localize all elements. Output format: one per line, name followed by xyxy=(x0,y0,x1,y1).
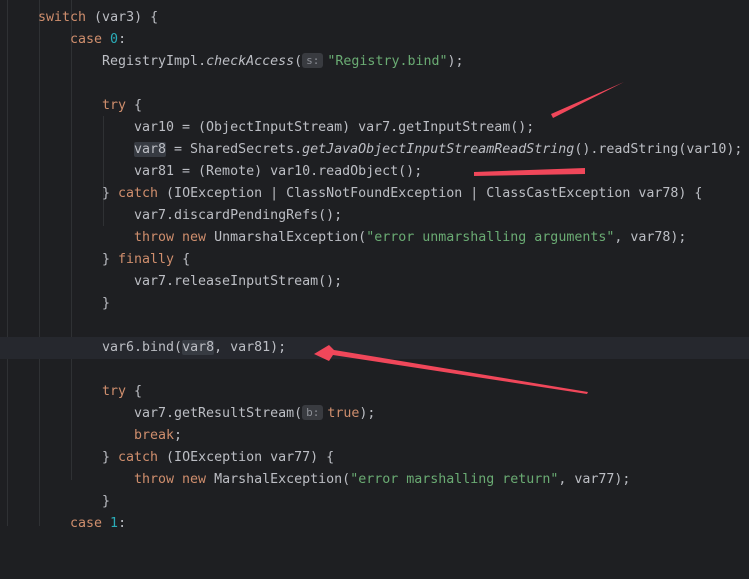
code-line: var7.discardPendingRefs(); xyxy=(0,205,749,227)
code-line: try { xyxy=(0,95,749,117)
code-text: var7.releaseInputStream(); xyxy=(134,274,343,289)
keyword: throw xyxy=(134,230,175,245)
code-line: } catch (IOException | ClassNotFoundExce… xyxy=(0,183,749,205)
parameter-hint: s: xyxy=(302,53,324,68)
code-text: (IOException var77) { xyxy=(158,450,335,465)
string-literal: "error marshalling return" xyxy=(350,472,559,487)
code-text: , var81); xyxy=(214,340,287,355)
keyword: true xyxy=(327,406,360,421)
code-text: ().readString(var10); xyxy=(574,142,743,157)
keyword: case xyxy=(70,516,103,531)
code-text: var10 = (ObjectInputStream) var7.getInpu… xyxy=(134,120,535,135)
keyword: try xyxy=(102,384,127,399)
code-text: = SharedSecrets. xyxy=(166,142,303,157)
keyword: try xyxy=(102,98,127,113)
code-text: } xyxy=(102,252,119,267)
code-text: , var77); xyxy=(558,472,631,487)
code-line: case 1: xyxy=(0,513,749,535)
code-editor[interactable]: switch (var3) { case 0: RegistryImpl.che… xyxy=(0,0,749,531)
code-line: throw new MarshalException("error marsha… xyxy=(0,469,749,491)
code-text: (var3) { xyxy=(86,10,159,25)
keyword: finally xyxy=(118,252,175,267)
code-line: } catch (IOException var77) { xyxy=(0,447,749,469)
code-text: } xyxy=(102,450,119,465)
method-name: checkAccess xyxy=(206,54,295,69)
code-text: var81 = (Remote) var10.readObject(); xyxy=(134,164,423,179)
code-text: } xyxy=(102,186,119,201)
code-text: { xyxy=(126,384,143,399)
code-line: switch (var3) { xyxy=(0,7,749,29)
keyword: break xyxy=(134,428,175,443)
code-text: { xyxy=(126,98,143,113)
code-text: var7.getResultStream( xyxy=(134,406,303,421)
keyword: new xyxy=(182,472,207,487)
code-line: } xyxy=(0,491,749,513)
code-text: : xyxy=(118,32,127,47)
highlighted-identifier: var8 xyxy=(134,142,167,157)
highlighted-identifier: var8 xyxy=(182,340,215,355)
number-literal: 1 xyxy=(110,516,119,531)
code-text: ( xyxy=(294,54,303,69)
code-line: RegistryImpl.checkAccess(s: "Registry.bin… xyxy=(0,51,749,73)
current-code-line: var6.bind(var8, var81); xyxy=(0,337,749,359)
keyword: throw xyxy=(134,472,175,487)
code-line: var8 = SharedSecrets.getJavaObjectInputS… xyxy=(0,139,749,161)
code-text: ); xyxy=(447,54,464,69)
code-line: try { xyxy=(0,381,749,403)
code-text: (IOException | ClassNotFoundException | … xyxy=(158,186,703,201)
code-line: throw new UnmarshalException("error unma… xyxy=(0,227,749,249)
code-text: var6.bind( xyxy=(102,340,183,355)
code-text: ); xyxy=(359,406,376,421)
code-line: var7.releaseInputStream(); xyxy=(0,271,749,293)
code-text: { xyxy=(174,252,191,267)
keyword: catch xyxy=(118,186,159,201)
keyword: switch xyxy=(38,10,87,25)
code-text: UnmarshalException( xyxy=(206,230,367,245)
keyword: case xyxy=(70,32,103,47)
number-literal: 0 xyxy=(110,32,119,47)
keyword: catch xyxy=(118,450,159,465)
code-line: var81 = (Remote) var10.readObject(); xyxy=(0,161,749,183)
parameter-hint: b: xyxy=(302,405,324,420)
code-text: ; xyxy=(174,428,183,443)
code-text: RegistryImpl. xyxy=(102,54,207,69)
code-text: } xyxy=(102,494,111,509)
code-line: } xyxy=(0,293,749,315)
code-line: break; xyxy=(0,425,749,447)
code-text: } xyxy=(102,296,111,311)
code-text: var7.discardPendingRefs(); xyxy=(134,208,343,223)
method-name: getJavaObjectInputStreamReadString xyxy=(302,142,575,157)
code-line: } finally { xyxy=(0,249,749,271)
string-literal: "error unmarshalling arguments" xyxy=(366,230,615,245)
code-line: case 0: xyxy=(0,29,749,51)
code-text: MarshalException( xyxy=(206,472,351,487)
keyword: new xyxy=(182,230,207,245)
code-line: var10 = (ObjectInputStream) var7.getInpu… xyxy=(0,117,749,139)
code-line: var7.getResultStream(b: true); xyxy=(0,403,749,425)
string-literal: "Registry.bind" xyxy=(327,54,448,69)
code-text: : xyxy=(118,516,127,531)
code-text: , var78); xyxy=(614,230,687,245)
